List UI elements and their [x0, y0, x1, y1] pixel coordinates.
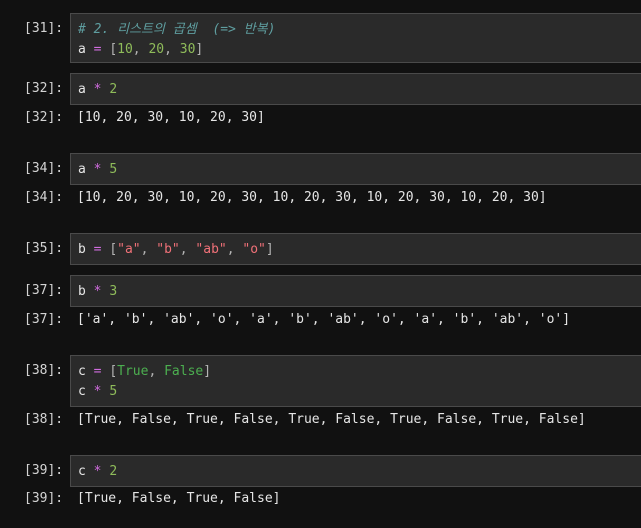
code-line: # 2. 리스트의 곱셈 (=> 반복) — [78, 20, 275, 40]
code-token: "o" — [242, 242, 266, 257]
code-line: a = [10, 20, 30] — [78, 40, 203, 60]
code-token: * — [85, 162, 110, 177]
code-line: c = [True, False] — [78, 362, 211, 382]
input-prompt: [38]: — [24, 363, 64, 378]
code-input-cell[interactable]: c * 2 — [70, 455, 641, 487]
code-token: 10 — [117, 42, 133, 57]
cell-output: [True, False, True, False] — [77, 491, 281, 506]
code-line: c * 5 — [78, 382, 117, 402]
output-prompt: [37]: — [24, 312, 64, 327]
code-token: , — [140, 242, 157, 257]
code-input-cell[interactable]: b = ["a", "b", "ab", "o"] — [70, 233, 641, 265]
code-token: 5 — [109, 162, 118, 177]
code-token: False — [164, 364, 204, 379]
input-prompt: [35]: — [24, 241, 64, 256]
code-token: ] — [265, 242, 274, 257]
output-prompt: [39]: — [24, 491, 64, 506]
code-token: , — [164, 42, 180, 57]
code-token: # 2. 리스트의 곱셈 (=> 반복) — [78, 22, 276, 37]
input-prompt: [37]: — [24, 283, 64, 298]
code-token: a — [78, 42, 86, 57]
output-prompt: [38]: — [24, 412, 64, 427]
code-token: [ — [109, 42, 118, 57]
input-prompt: [39]: — [24, 463, 64, 478]
code-input-cell[interactable]: b * 3 — [70, 275, 641, 307]
code-input-cell[interactable]: a * 5 — [70, 153, 641, 185]
code-token: "ab" — [195, 242, 227, 257]
input-prompt: [32]: — [24, 81, 64, 96]
code-token: ] — [195, 42, 204, 57]
code-token: * — [85, 284, 110, 299]
code-input-cell[interactable]: a * 2 — [70, 73, 641, 105]
code-token: c — [78, 384, 86, 399]
code-token: c — [78, 364, 86, 379]
code-token: = — [85, 42, 110, 57]
code-token: a — [78, 162, 86, 177]
code-token: c — [78, 464, 86, 479]
code-input-cell[interactable]: c = [True, False] c * 5 — [70, 355, 641, 407]
cell-output: ['a', 'b', 'ab', 'o', 'a', 'b', 'ab', 'o… — [77, 312, 571, 327]
code-token: , — [132, 42, 149, 57]
code-token: , — [179, 242, 196, 257]
input-prompt: [34]: — [24, 161, 64, 176]
code-token: * — [85, 384, 110, 399]
code-line: a * 2 — [78, 80, 117, 100]
code-token: , — [226, 242, 243, 257]
output-prompt: [32]: — [24, 110, 64, 125]
cell-output: [10, 20, 30, 10, 20, 30] — [77, 110, 265, 125]
code-token: 3 — [109, 284, 118, 299]
code-token: * — [85, 464, 110, 479]
code-line: c * 2 — [78, 462, 117, 482]
cell-output: [10, 20, 30, 10, 20, 30, 10, 20, 30, 10,… — [77, 190, 547, 205]
code-token: "b" — [156, 242, 180, 257]
input-prompt: [31]: — [24, 21, 64, 36]
code-input-cell[interactable]: # 2. 리스트의 곱셈 (=> 반복) a = [10, 20, 30] — [70, 13, 641, 63]
code-token: b — [78, 284, 86, 299]
code-line: a * 5 — [78, 160, 117, 180]
code-token: b — [78, 242, 86, 257]
code-token: a — [78, 82, 86, 97]
code-token: "a" — [117, 242, 141, 257]
code-token: = — [85, 364, 110, 379]
code-token: [ — [109, 242, 118, 257]
code-token: 20 — [148, 42, 165, 57]
code-token: = — [85, 242, 110, 257]
code-token: ] — [203, 364, 212, 379]
code-token: 5 — [109, 384, 118, 399]
code-token: [ — [109, 364, 118, 379]
code-token: 2 — [109, 82, 118, 97]
cell-output: [True, False, True, False, True, False, … — [77, 412, 586, 427]
code-token: 30 — [179, 42, 196, 57]
code-line: b = ["a", "b", "ab", "o"] — [78, 240, 274, 260]
code-token: True — [117, 364, 149, 379]
output-prompt: [34]: — [24, 190, 64, 205]
code-line: b * 3 — [78, 282, 117, 302]
code-token: 2 — [109, 464, 118, 479]
code-token: * — [85, 82, 110, 97]
code-token: , — [148, 364, 165, 379]
